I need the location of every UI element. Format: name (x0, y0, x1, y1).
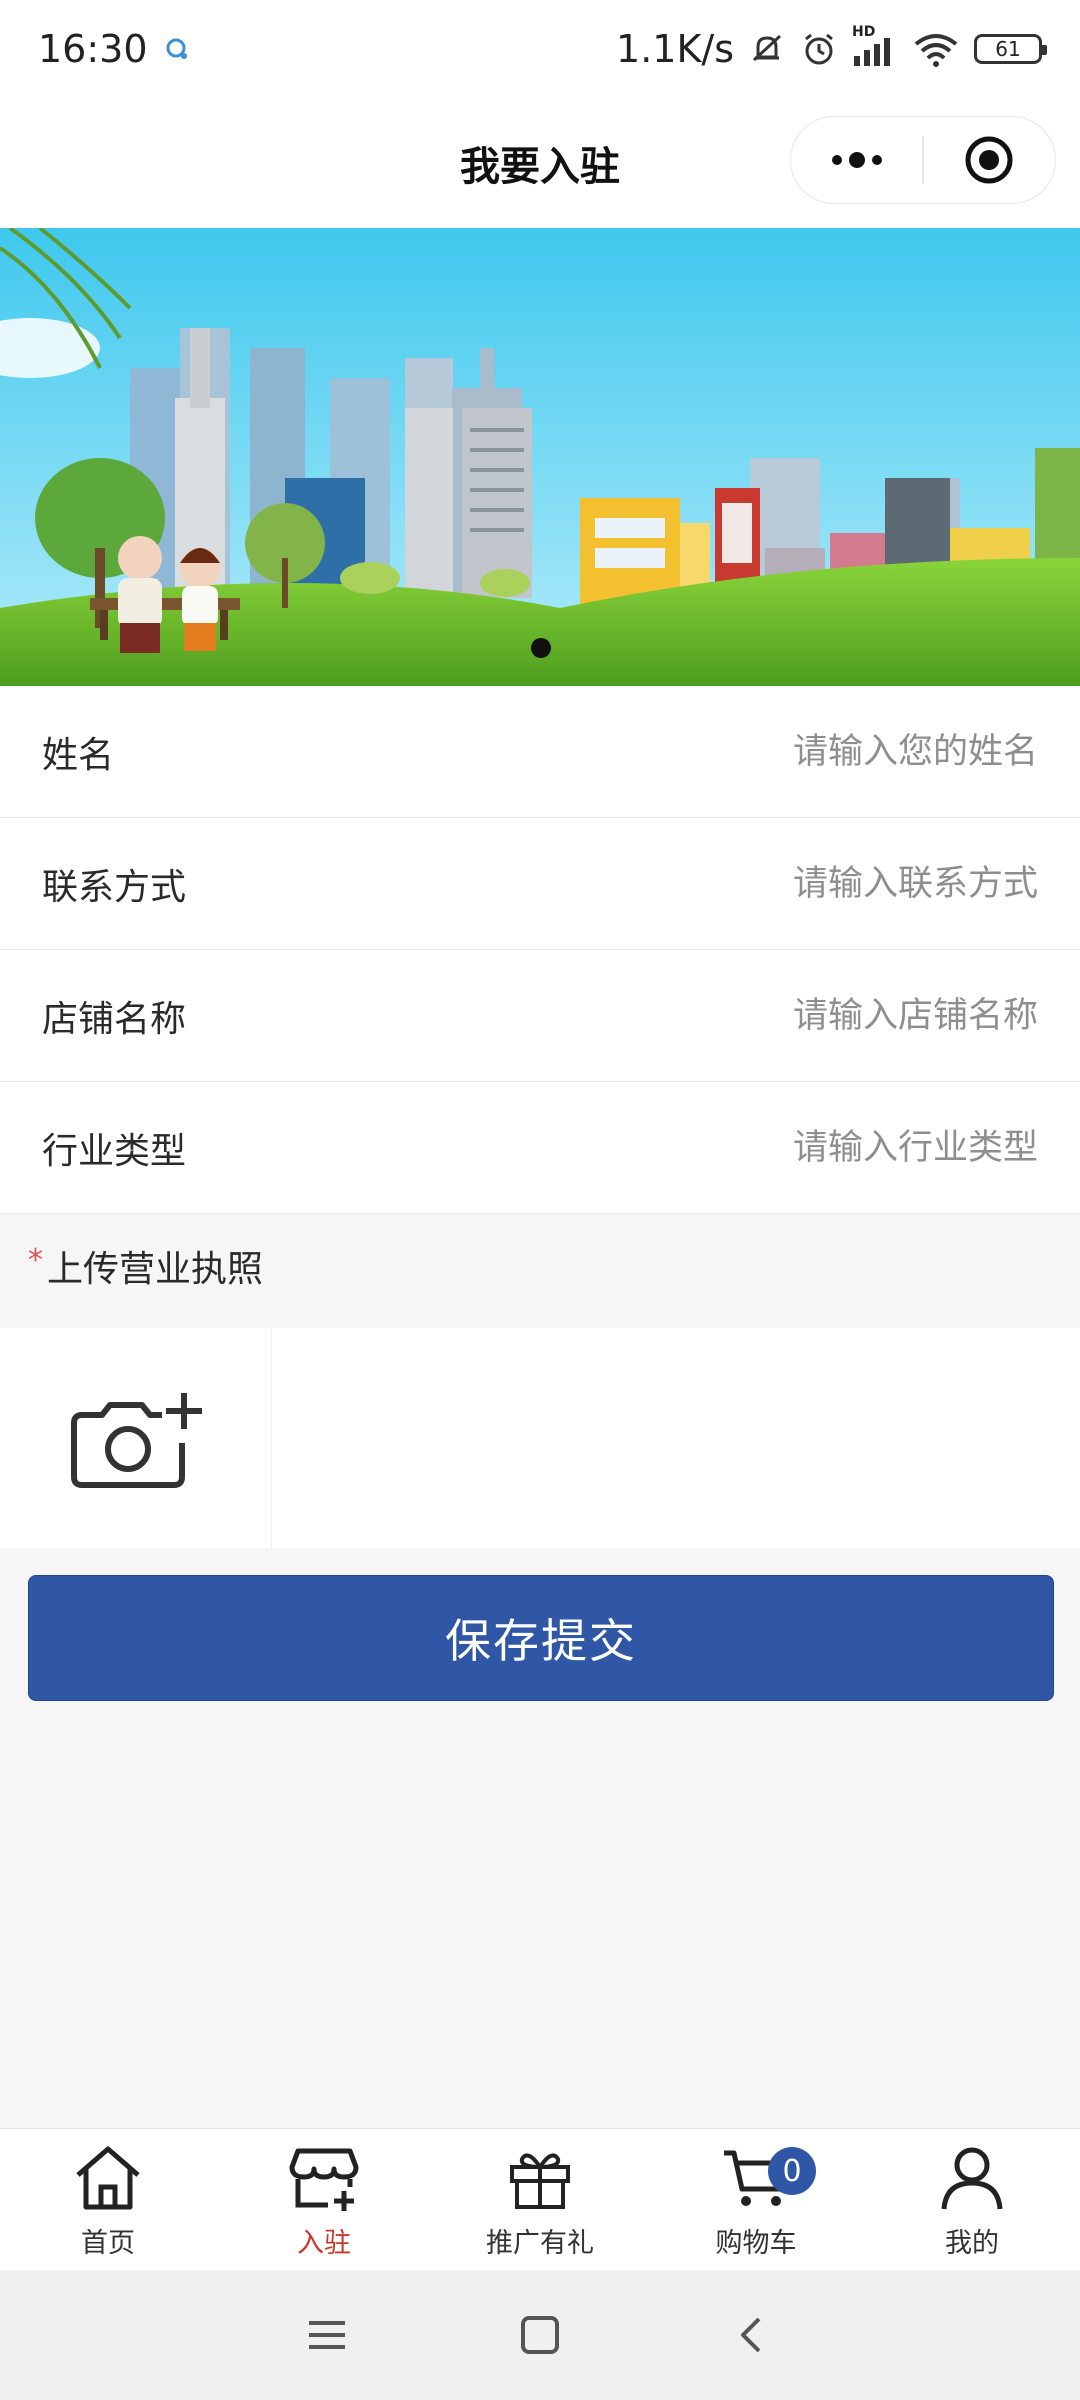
tab-home[interactable]: 首页 (0, 2129, 216, 2270)
user-icon (941, 2147, 1003, 2210)
upload-license-label: 上传营业执照 (47, 1249, 264, 1290)
signal-icon: HD (852, 24, 898, 68)
status-bar: 16:30 1.1K/s HD 61 (0, 0, 1080, 98)
name-input[interactable] (438, 731, 1038, 772)
name-label: 姓名 (42, 734, 115, 776)
tab-cart[interactable]: 购物车 0 (648, 2129, 864, 2270)
tab-settle-in[interactable]: 入驻 (216, 2129, 432, 2270)
contact-label: 联系方式 (42, 866, 187, 908)
upload-license-heading: * 上传营业执照 (28, 1216, 263, 1316)
upload-area (0, 1328, 1080, 1548)
more-dots-icon (831, 152, 882, 168)
network-speed: 1.1K/s (616, 27, 734, 71)
status-time: 16:30 (38, 27, 148, 71)
menu-icon[interactable] (305, 2315, 349, 2355)
store-add-icon (289, 2148, 359, 2211)
mini-program-capsule (790, 116, 1056, 204)
registration-form: 姓名 联系方式 店铺名称 行业类型 (0, 686, 1080, 1214)
mute-bell-icon (748, 30, 786, 68)
required-mark: * (28, 1242, 43, 1278)
system-navigation-bar (0, 2270, 1080, 2400)
tab-bar: 首页 入驻 推广有礼 购物车 0 我的 (0, 2128, 1080, 2270)
hd-label: HD (852, 24, 876, 40)
shop-name-input[interactable] (438, 995, 1038, 1036)
back-icon[interactable] (731, 2313, 775, 2357)
tab-settle-in-label: 入驻 (297, 2228, 351, 2259)
wifi-icon (912, 30, 960, 68)
save-submit-button[interactable]: 保存提交 (28, 1575, 1054, 1701)
shop-name-label: 店铺名称 (42, 998, 187, 1040)
tab-cart-label: 购物车 (715, 2228, 797, 2259)
form-row-industry: 行业类型 (0, 1082, 1080, 1214)
form-row-contact: 联系方式 (0, 818, 1080, 950)
gift-icon (510, 2153, 570, 2209)
form-row-shop-name: 店铺名称 (0, 950, 1080, 1082)
tab-promotion-label: 推广有礼 (486, 2228, 594, 2259)
more-button[interactable] (791, 117, 922, 203)
home-icon (76, 2146, 140, 2210)
close-program-button[interactable] (924, 117, 1055, 203)
tab-promotion[interactable]: 推广有礼 (432, 2129, 648, 2270)
industry-label: 行业类型 (42, 1130, 187, 1172)
home-square-icon[interactable] (518, 2313, 562, 2357)
tab-home-label: 首页 (81, 2228, 135, 2259)
banner-carousel[interactable] (0, 228, 1080, 686)
camera-add-icon (70, 1393, 202, 1488)
contact-input[interactable] (438, 863, 1038, 904)
tab-mine[interactable]: 我的 (864, 2129, 1080, 2270)
battery-icon: 61 (974, 34, 1047, 64)
battery-level: 61 (995, 37, 1021, 61)
chat-notification-icon (164, 36, 190, 62)
page-title: 我要入驻 (460, 144, 620, 190)
tab-mine-label: 我的 (945, 2228, 999, 2259)
industry-input[interactable] (438, 1127, 1038, 1168)
navigation-bar: 我要入驻 (0, 98, 1080, 228)
carousel-indicator-dot[interactable] (530, 637, 552, 659)
city-park-illustration (0, 228, 1080, 686)
upload-license-button[interactable] (0, 1328, 272, 1548)
form-row-name: 姓名 (0, 686, 1080, 818)
alarm-icon (800, 30, 838, 68)
target-icon (965, 136, 1013, 184)
cart-count-badge: 0 (768, 2147, 816, 2195)
